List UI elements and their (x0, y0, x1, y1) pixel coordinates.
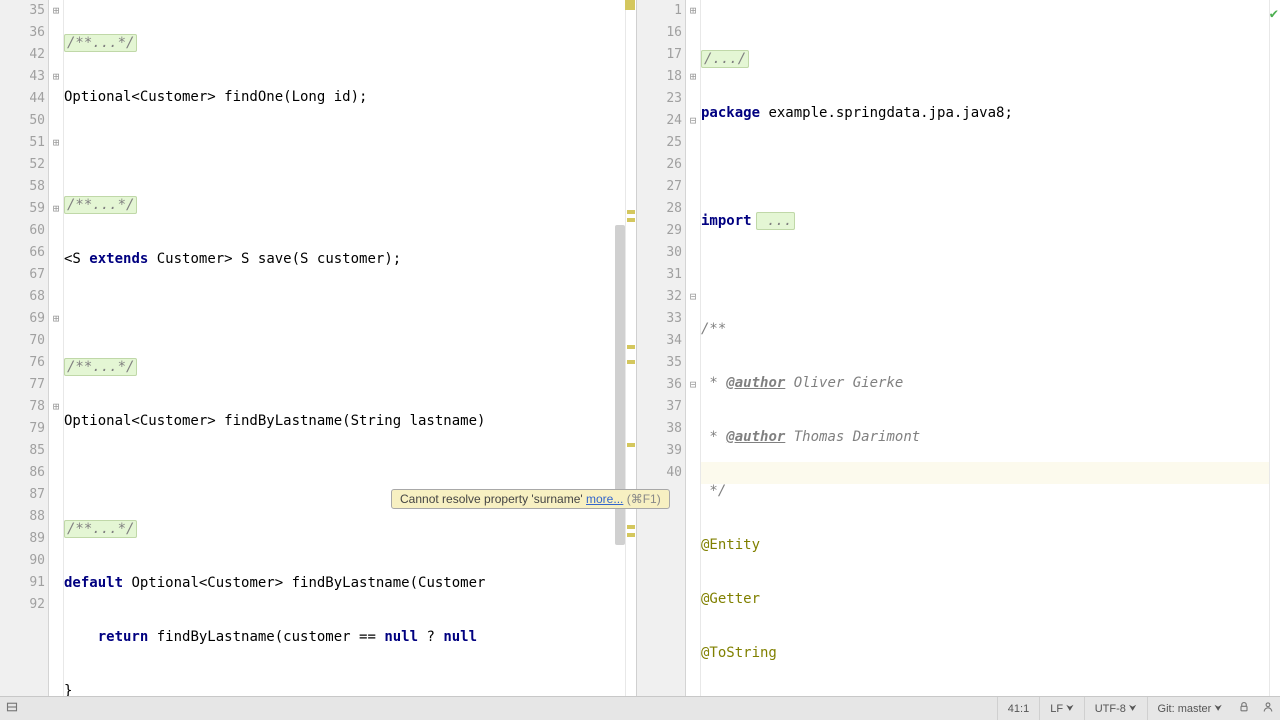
status-git-branch[interactable]: Git: master⮟ (1147, 697, 1232, 720)
fold-toggle-icon[interactable]: ⊞ (49, 66, 63, 88)
inspection-tooltip: Cannot resolve property 'surname' more..… (391, 489, 670, 509)
fold-toggle-icon[interactable]: ⊞ (49, 198, 63, 220)
fold-toggle-icon[interactable]: ⊞ (686, 0, 700, 22)
status-encoding[interactable]: UTF-8⮟ (1084, 697, 1147, 720)
fold-toggle-icon[interactable]: ⊟ (686, 286, 700, 308)
left-scrollbar[interactable] (615, 0, 625, 697)
statusbar: 41:1 LF⮟ UTF-8⮟ Git: master⮟ (0, 696, 1280, 720)
right-marker-column[interactable]: ✔ (1269, 0, 1280, 697)
warning-marker-icon[interactable] (627, 218, 635, 222)
tooltip-shortcut: (⌘F1) (623, 492, 660, 506)
warning-marker-icon[interactable] (627, 443, 635, 447)
hector-icon[interactable] (1256, 701, 1280, 716)
lock-icon[interactable] (1232, 701, 1256, 716)
warning-marker-icon[interactable] (625, 0, 635, 10)
left-code-area[interactable]: /**...*/ Optional<Customer> findOne(Long… (64, 0, 625, 697)
tooltip-message: Cannot resolve property 'surname' (400, 492, 586, 506)
fold-toggle-icon[interactable]: ⊞ (686, 66, 700, 88)
left-fold-column: ⊞ ⊞ ⊞ ⊞ ⊞ ⊞ (49, 0, 64, 697)
fold-toggle-icon[interactable]: ⊞ (49, 132, 63, 154)
left-gutter: 35 36 42 43 44 50 51 52 58 59 60 66 67 6… (0, 0, 49, 697)
status-caret-pos[interactable]: 41:1 (997, 697, 1039, 720)
right-fold-column: ⊞ ⊞ ⊟ ⊟ ⊟ (686, 0, 701, 697)
right-editor-pane[interactable]: 1 16 17 18 23 24 25 26 27 28 29 30 31 32… (637, 0, 1280, 697)
fold-toggle-icon[interactable]: ⊞ (49, 308, 63, 330)
analysis-ok-icon: ✔ (1270, 6, 1278, 22)
fold-toggle-icon[interactable]: ⊟ (686, 374, 700, 396)
fold-toggle-icon[interactable]: ⊟ (686, 110, 700, 132)
status-line-sep[interactable]: LF⮟ (1039, 697, 1084, 720)
warning-marker-icon[interactable] (627, 210, 635, 214)
warning-marker-icon[interactable] (627, 345, 635, 349)
left-editor-pane[interactable]: 35 36 42 43 44 50 51 52 58 59 60 66 67 6… (0, 0, 637, 697)
right-gutter: 1 16 17 18 23 24 25 26 27 28 29 30 31 32… (637, 0, 686, 697)
warning-marker-icon[interactable] (627, 525, 635, 529)
tooltip-more-link[interactable]: more... (586, 492, 623, 506)
fold-toggle-icon[interactable]: ⊞ (49, 396, 63, 418)
right-code-area[interactable]: /.../ package example.springdata.jpa.jav… (701, 0, 1269, 697)
warning-marker-icon[interactable] (627, 533, 635, 537)
left-marker-column[interactable] (625, 0, 636, 697)
tool-window-icon[interactable] (0, 701, 24, 716)
warning-marker-icon[interactable] (627, 360, 635, 364)
fold-toggle-icon[interactable]: ⊞ (49, 0, 63, 22)
